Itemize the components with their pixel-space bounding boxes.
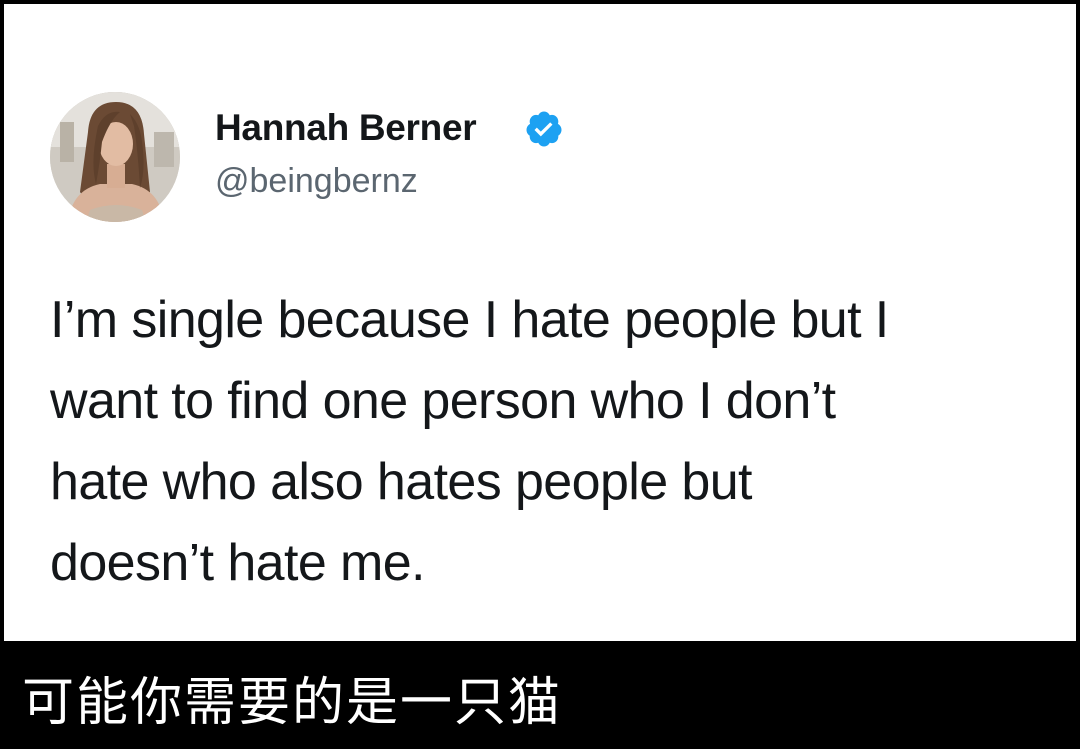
avatar[interactable] (50, 92, 180, 222)
tweet-text-line: hate who also hates people but (50, 453, 752, 511)
tweet-text-line: want to find one person who I don’t (50, 372, 836, 430)
tweet-text-line: I’m single because I hate people but I (50, 291, 889, 349)
tweet-text: I’m single because I hate people but I w… (50, 280, 1060, 604)
verified-badge-icon (526, 111, 562, 147)
caption: 可能你需要的是一只猫 (22, 673, 563, 733)
user-handle[interactable]: @beingbernz (215, 162, 418, 201)
tweet-card: Hannah Berner @beingbernz I’m single bec… (4, 4, 1076, 641)
profile-photo (50, 92, 180, 222)
display-name[interactable]: Hannah Berner (215, 107, 477, 149)
tweet-text-line: doesn’t hate me. (50, 534, 425, 592)
